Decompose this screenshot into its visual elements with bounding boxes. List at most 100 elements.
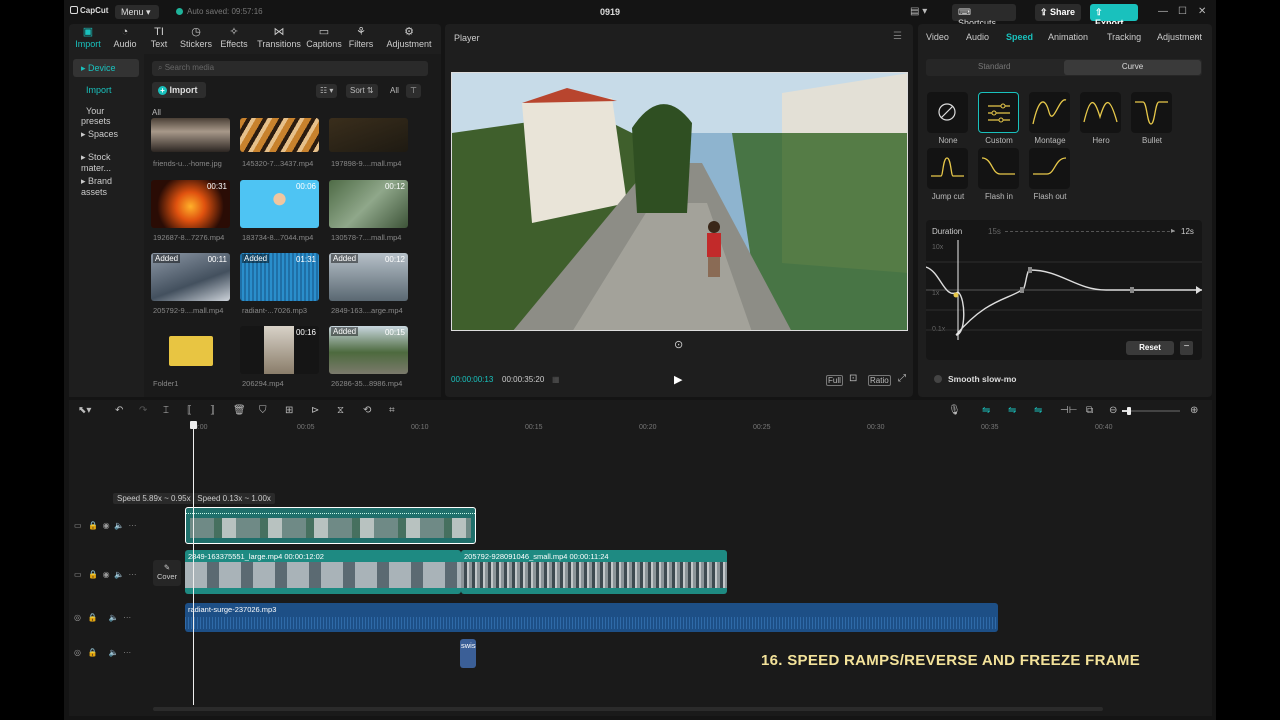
media-item[interactable]: Added 01:31 — [240, 253, 319, 301]
sidebar-item-spaces[interactable]: ▸ Spaces — [73, 125, 139, 143]
tab-speed[interactable]: Speed — [1006, 32, 1033, 42]
import-button[interactable]: + Import — [152, 82, 206, 98]
media-item[interactable]: Added 00:12 — [329, 253, 408, 301]
tab-video[interactable]: Video — [926, 32, 949, 42]
rotate-handle-icon[interactable]: ⊙ — [674, 338, 683, 351]
maximize-icon[interactable]: ☐ — [1178, 6, 1187, 17]
minimize-icon[interactable]: — — [1158, 6, 1168, 17]
tab-adjustment[interactable]: ⚙ Adjustment — [379, 26, 439, 49]
preset-none[interactable] — [927, 92, 968, 133]
sidebar-item-presets[interactable]: Your presets — [73, 102, 139, 126]
timeline-ruler[interactable]: 00:00 00:05 00:10 00:15 00:20 00:25 00:3… — [190, 422, 1212, 436]
view-toggle-icon[interactable]: ☷ ▾ — [316, 84, 338, 98]
ratio-button[interactable]: Ratio — [868, 375, 891, 386]
tab-import[interactable]: ▣ Import — [73, 26, 103, 49]
split-track-icon[interactable]: ⊣⊢ — [1060, 405, 1077, 416]
sidebar-item-stock[interactable]: ▸ Stock mater... — [73, 148, 139, 173]
zoom-out-icon[interactable]: ⊖ — [1109, 405, 1117, 416]
remove-point-button[interactable]: − — [1180, 341, 1193, 355]
freeze-icon[interactable]: ⊞ — [285, 405, 293, 416]
media-item[interactable] — [240, 118, 319, 152]
rotate-icon[interactable]: ⟲ — [363, 405, 371, 416]
redo-icon[interactable]: ↷ — [139, 405, 147, 416]
media-item[interactable]: 00:16 — [240, 326, 319, 374]
split-left-icon[interactable]: ⟦ — [187, 405, 192, 416]
filter-all-button[interactable]: All — [386, 84, 403, 98]
sfx-clip[interactable]: swis — [460, 639, 476, 668]
media-item[interactable]: 00:31 — [151, 180, 230, 228]
more-icon[interactable]: ··· — [123, 648, 131, 657]
more-icon[interactable]: ··· — [123, 613, 131, 622]
lock-icon[interactable]: 🔒 — [88, 613, 98, 622]
timeline-icon[interactable]: ▦ — [552, 375, 560, 384]
magnet-icon[interactable]: ⇋ — [982, 405, 990, 416]
preset-jump-cut[interactable] — [927, 148, 968, 189]
preset-montage[interactable] — [1029, 92, 1070, 133]
preset-custom[interactable] — [978, 92, 1019, 133]
microphone-icon[interactable]: 🎙 — [948, 405, 961, 416]
filter-icon[interactable]: ⊤ — [406, 84, 421, 98]
shortcuts-button[interactable]: ⌨ Shortcuts — [952, 4, 1016, 28]
preset-flash-in[interactable] — [978, 148, 1019, 189]
lock-icon[interactable]: 🔒 — [88, 570, 98, 579]
video-preview[interactable] — [451, 72, 908, 331]
delete-icon[interactable]: 🗑 — [233, 405, 246, 416]
speed-clip[interactable] — [185, 507, 476, 544]
standard-option[interactable]: Standard — [978, 62, 1010, 71]
fullscreen-icon[interactable]: ⤢ — [898, 373, 906, 384]
mirror-icon[interactable]: ⧖ — [337, 405, 344, 416]
sidebar-item-device[interactable]: ▸ Device — [73, 59, 139, 77]
preset-flash-out[interactable] — [1029, 148, 1070, 189]
link-icon[interactable]: ⇋ — [1008, 405, 1016, 416]
sidebar-item-import[interactable]: Import — [73, 81, 139, 99]
playhead[interactable] — [193, 422, 194, 705]
media-item[interactable] — [151, 326, 230, 374]
tab-stickers[interactable]: ◷ Stickers — [179, 26, 213, 49]
layout-icon[interactable]: ▤ ▾ — [910, 6, 927, 17]
zoom-slider[interactable] — [1122, 407, 1180, 415]
preset-bullet[interactable] — [1131, 92, 1172, 133]
media-item[interactable]: 00:06 — [240, 180, 319, 228]
export-button[interactable]: ⇧ Export — [1090, 4, 1138, 28]
media-item[interactable]: Added 00:15 — [329, 326, 408, 374]
play-icon[interactable]: ▶ — [674, 373, 682, 386]
reset-button[interactable]: Reset — [1126, 341, 1174, 355]
tab-animation[interactable]: Animation — [1048, 32, 1088, 42]
tab-filters[interactable]: ⚘ Filters — [347, 26, 375, 49]
preset-hero[interactable] — [1080, 92, 1121, 133]
lock-icon[interactable]: 🔒 — [88, 521, 98, 530]
crop-tool-icon[interactable]: ⌗ — [389, 405, 395, 416]
tab-transitions[interactable]: ⋈ Transitions — [257, 26, 301, 49]
curve-option[interactable]: Curve — [1064, 60, 1201, 75]
volume-icon[interactable]: 🔈 — [114, 521, 124, 530]
caption-icon[interactable]: ⧉ — [1086, 405, 1093, 416]
share-button[interactable]: ⇪ Share — [1035, 4, 1081, 21]
video-clip[interactable]: 205792-928091046_small.mp4 00:00:11:24 — [461, 550, 727, 594]
media-item[interactable] — [329, 118, 408, 152]
lock-icon[interactable]: 🔒 — [88, 648, 98, 657]
reverse-icon[interactable]: ⊳ — [311, 405, 319, 416]
volume-icon[interactable]: 🔈 — [109, 648, 119, 657]
tab-text[interactable]: TI Text — [147, 26, 171, 49]
sort-button[interactable]: Sort ⇅ — [346, 84, 378, 98]
video-clip[interactable]: 2849-163375551_large.mp4 00:00:12:02 — [185, 550, 461, 594]
search-input[interactable]: ⌕ Search media — [152, 61, 428, 76]
tab-effects[interactable]: ✧ Effects — [219, 26, 249, 49]
sidebar-item-brand[interactable]: ▸ Brand assets — [73, 172, 139, 197]
tab-audio-inspector[interactable]: Audio — [966, 32, 989, 42]
playhead-handle[interactable] — [190, 421, 197, 429]
eye-icon[interactable]: ◉ — [103, 521, 110, 530]
media-item[interactable]: Added 00:11 — [151, 253, 230, 301]
eye-icon[interactable]: ◉ — [103, 570, 110, 579]
split-right-icon[interactable]: ⟧ — [210, 405, 215, 416]
zoom-in-icon[interactable]: ⊕ — [1190, 405, 1198, 416]
full-button[interactable]: Full — [826, 375, 843, 386]
audio-clip[interactable]: radiant-surge-237026.mp3 — [185, 603, 998, 632]
more-tabs-icon[interactable]: » — [1194, 31, 1200, 42]
more-icon[interactable]: ··· — [129, 521, 137, 530]
timeline-scrollbar[interactable] — [153, 707, 1103, 711]
media-item[interactable] — [151, 118, 230, 152]
menu-button[interactable]: Menu ▾ — [115, 5, 159, 19]
tab-audio[interactable]: ◔ Audio — [111, 26, 139, 49]
split-icon[interactable]: ⌶ — [163, 405, 169, 416]
